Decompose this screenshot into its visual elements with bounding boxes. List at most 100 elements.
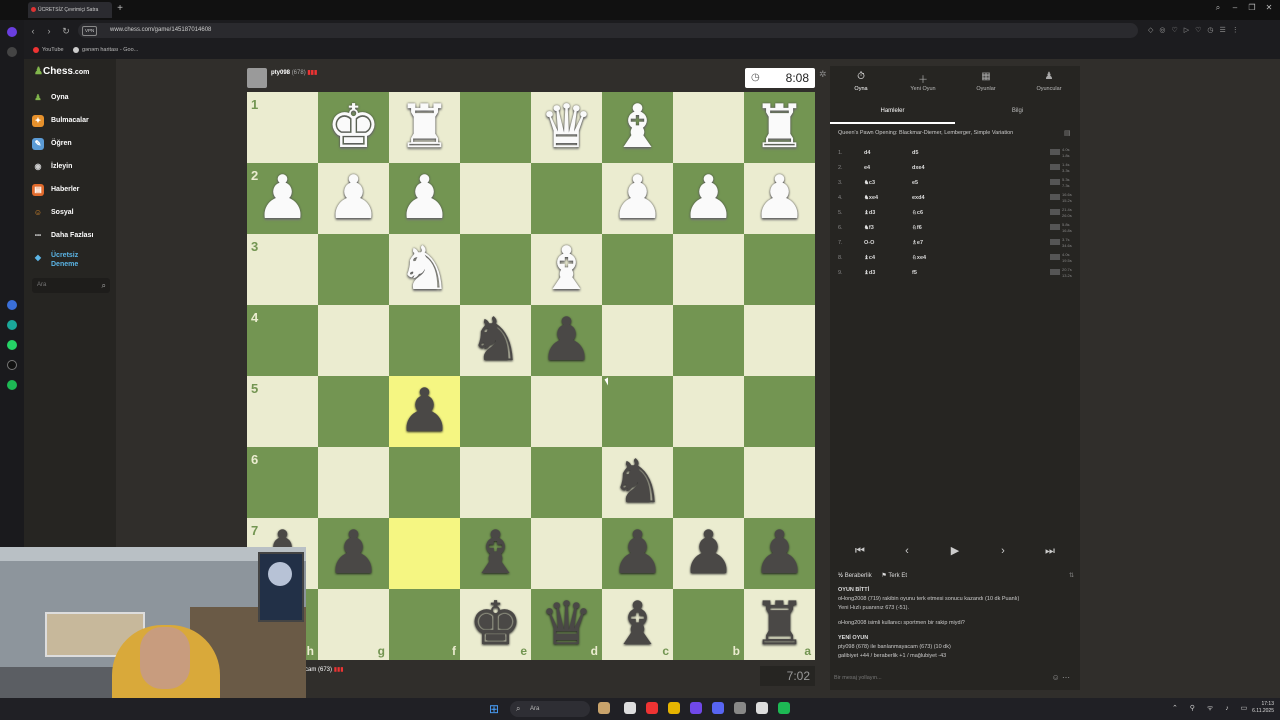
browser-tab[interactable]: ÜCRETSİZ Çevrimiçi Satra [28,2,112,18]
board-square[interactable] [389,305,460,376]
board-square[interactable] [602,376,673,447]
white-pawn-icon[interactable]: ♟ [744,163,815,234]
board-square[interactable]: ♝ [602,92,673,163]
board-square[interactable] [460,234,531,305]
board-square[interactable]: ♛ [531,92,602,163]
white-pawn-icon[interactable]: ♟ [318,163,389,234]
board-square[interactable]: ♞ [602,447,673,518]
white-pawn-icon[interactable]: ♟ [673,163,744,234]
gear-icon[interactable]: ✲ [819,69,827,80]
whatsapp-icon[interactable] [7,340,17,350]
resign-button[interactable]: ⚑ Terk Et [881,573,907,579]
black-bishop-icon[interactable]: ♝ [460,518,531,589]
board-square[interactable]: ♟ [744,518,815,589]
widgets-icon[interactable] [598,702,610,714]
board-square[interactable] [602,234,673,305]
black-move[interactable]: ♘f6 [912,221,922,236]
board-square[interactable] [531,163,602,234]
black-pawn-icon[interactable]: ♟ [389,376,460,447]
vpn-badge[interactable]: VPN [82,26,98,36]
tab-moves[interactable]: Hamleler [830,104,955,124]
nav-more[interactable]: ••• Daha Fazlası [32,226,116,246]
white-move[interactable]: ♝d3 [864,206,875,221]
board-square[interactable]: ♝ [460,518,531,589]
board-square[interactable] [389,447,460,518]
tab-play[interactable]: ⏱ Oyna [830,66,892,98]
white-pawn-icon[interactable]: ♟ [247,163,318,234]
board-square[interactable]: ♜ [744,92,815,163]
board-square[interactable] [318,234,389,305]
board-square[interactable] [744,234,815,305]
black-pawn-icon[interactable]: ♟ [744,518,815,589]
calendar-icon[interactable] [624,702,636,714]
minimize-button[interactable]: – [1229,3,1241,12]
black-move[interactable]: exd4 [912,191,925,206]
black-move[interactable]: ♘xe4 [912,251,926,266]
flip-board-icon[interactable]: ⇅ [1069,572,1074,579]
black-pawn-icon[interactable]: ♟ [531,305,602,376]
app-icon[interactable] [7,300,17,310]
app-icon[interactable] [7,320,17,330]
draw-button[interactable]: ½ Beraberlik [838,573,872,579]
white-pawn-icon[interactable]: ♟ [389,163,460,234]
tab-new-game[interactable]: ＋ Yeni Oyun [892,66,954,98]
board-square[interactable]: 3 [247,234,318,305]
white-pawn-icon[interactable]: ♟ [602,163,673,234]
board-square[interactable] [460,447,531,518]
black-knight-icon[interactable]: ♞ [602,447,673,518]
tab-games[interactable]: ▦ Oyunlar [955,66,1017,98]
spotify-icon[interactable] [7,380,17,390]
board-square[interactable] [318,305,389,376]
play-button[interactable]: ▶ [935,538,975,564]
board-square[interactable]: f [389,589,460,660]
search-icon[interactable]: ⌕ [102,278,106,293]
white-move[interactable]: e4 [864,161,870,176]
white-queen-icon[interactable]: ♛ [531,92,602,163]
board-square[interactable]: 4 [247,305,318,376]
bookmark-maps[interactable]: gənəm haritası - Goo... [73,45,138,55]
toolbar-icons[interactable]: ◇◎♡▷♡◷☰⋮ [1148,26,1245,34]
top-player-name[interactable]: pty098 (678) ▮▮▮ [271,69,317,76]
white-move[interactable]: O-O [864,236,874,251]
first-move-button[interactable]: ⏮ [840,538,880,564]
board-square[interactable]: ♞ [460,305,531,376]
chat-input[interactable]: Bir mesaj yollayın... ☺ ⋯ [834,671,1076,685]
forward-button[interactable]: › [42,24,56,38]
nav-puzzles[interactable]: ✦ Bulmacalar [32,111,116,131]
board-square[interactable] [602,305,673,376]
spotify-icon[interactable] [778,702,790,714]
white-move[interactable]: ♞c3 [864,176,875,191]
board-square[interactable]: 2 ♟ [247,163,318,234]
board-square[interactable]: ♜ [389,92,460,163]
nav-search-input[interactable]: ⌕ Ara [32,278,110,293]
opening-name[interactable]: Queen's Pawn Opening: Blackmar-Diemer, L… [838,130,1013,136]
board-square[interactable]: ♟ [318,518,389,589]
board-square[interactable] [744,447,815,518]
black-pawn-icon[interactable]: ♟ [318,518,389,589]
black-king-icon[interactable]: ♚ [460,589,531,660]
url-text[interactable]: www.chess.com/game/145187014608 [110,26,211,35]
white-bishop-icon[interactable]: ♝ [531,234,602,305]
chess-board[interactable]: 1♚♜♛♝♜2♟♟♟♟♟♟3♞♝4♞♟5♟6♞7♟♟♝♟♟♟8hgfe♚d♛c♝… [247,92,815,660]
board-square[interactable] [460,92,531,163]
board-square[interactable]: ♟ [389,376,460,447]
white-rook-icon[interactable]: ♜ [744,92,815,163]
black-move[interactable]: e5 [912,176,918,191]
black-move[interactable]: ♘c6 [912,206,923,221]
reload-button[interactable]: ↻ [59,24,73,38]
board-square[interactable] [744,305,815,376]
black-move[interactable]: ♗e7 [912,236,923,251]
tab-players[interactable]: ♟ Oyuncular [1018,66,1080,98]
previous-move-button[interactable]: ‹ [887,538,927,564]
board-square[interactable] [673,376,744,447]
board-square[interactable]: ♟ [673,163,744,234]
board-square[interactable] [318,447,389,518]
board-square[interactable]: 5 [247,376,318,447]
board-square[interactable]: ♟ [389,163,460,234]
emoji-icon[interactable]: ☺ ⋯ [1052,671,1070,685]
black-move[interactable]: dxe4 [912,161,925,176]
back-button[interactable]: ‹ [26,24,40,38]
nav-learn[interactable]: ✎ Öğren [32,134,116,154]
nav-news[interactable]: ▤ Haberler [32,180,116,200]
tab-info[interactable]: Bilgi [955,104,1080,124]
